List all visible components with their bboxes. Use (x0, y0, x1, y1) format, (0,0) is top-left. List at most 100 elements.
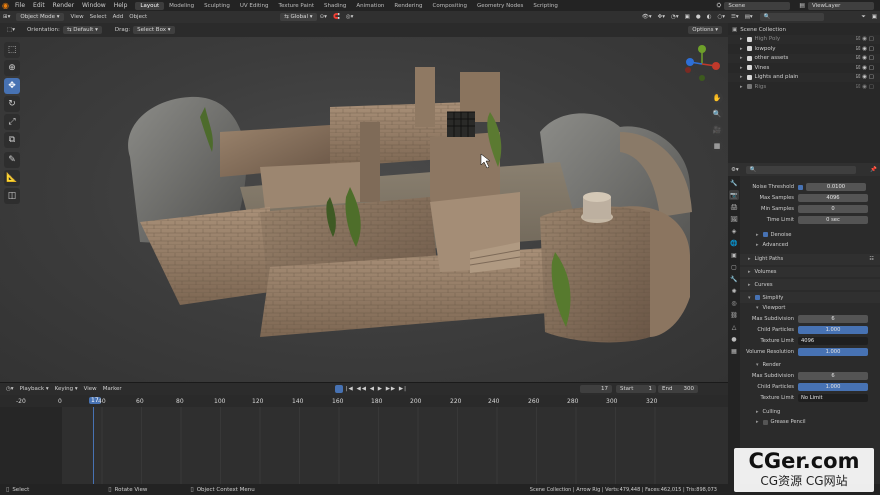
max-samples-field[interactable]: 4096 (798, 194, 868, 203)
expand-arrow-icon[interactable]: ▸ (740, 36, 743, 42)
menu-file[interactable]: File (11, 2, 29, 9)
outliner-search-input[interactable]: 🔍 (759, 13, 824, 21)
grease-pencil-checkbox[interactable] (762, 419, 768, 425)
vp-menu-object[interactable]: Object (126, 14, 150, 20)
collection-tab-icon[interactable]: ▣ (729, 250, 739, 260)
constraints-tab-icon[interactable]: ⛓ (729, 310, 739, 320)
r-max-subdivision-field[interactable]: 6 (798, 372, 868, 381)
material-tab-icon[interactable]: ● (729, 334, 739, 344)
3d-viewport[interactable] (0, 37, 728, 382)
current-frame-field[interactable]: 17 (580, 385, 612, 393)
tab-layout[interactable]: Layout (135, 1, 165, 10)
scene-tab-icon[interactable]: ◈ (729, 226, 739, 236)
measure-icon[interactable]: 📐 (4, 170, 20, 186)
collapse-arrow-icon[interactable]: ▾ (756, 305, 759, 311)
expand-arrow-icon[interactable]: ▸ (756, 232, 759, 238)
r-child-particles-slider[interactable]: 1.000 (798, 382, 868, 391)
new-collection-icon[interactable]: ▣ (869, 14, 880, 20)
viewport-subpanel-header[interactable]: ▾ Viewport (740, 303, 880, 314)
physics-tab-icon[interactable]: ◎ (729, 298, 739, 308)
playback-controls[interactable]: |◀ ◀◀ ◀ ▶ ▶▶ ▶| (343, 386, 410, 392)
xray-icon[interactable]: ▣ (682, 14, 693, 20)
move-icon[interactable]: ✥ (4, 78, 20, 94)
vp-max-subdivision-field[interactable]: 6 (798, 315, 868, 324)
tab-compositing[interactable]: Compositing (428, 2, 472, 10)
outliner-editor-icon[interactable]: ☰▾ (728, 14, 742, 20)
drag-selector[interactable]: Select Box ▾ (133, 26, 175, 34)
add-cube-icon[interactable]: ◫ (4, 188, 20, 204)
outliner-item[interactable]: ▸ High Poly ☑ ◉ ▢ (728, 34, 880, 44)
noise-threshold-field[interactable]: 0.0100 (806, 183, 866, 192)
outliner-item[interactable]: ▸ other assets ☑ ◉ ▢ (728, 53, 880, 63)
visibility-eye-icon[interactable]: ☑ ◉ ▢ (856, 46, 874, 52)
time-limit-field[interactable]: 0 sec (798, 215, 868, 224)
list-icon[interactable]: ☷ (869, 256, 874, 262)
end-frame-field[interactable]: End 300 (658, 385, 698, 393)
tab-rendering[interactable]: Rendering (389, 2, 427, 10)
camera-icon[interactable]: 🎥 (711, 124, 723, 136)
outliner-item[interactable]: ▸ Lights and plain ☑ ◉ ▢ (728, 72, 880, 82)
expand-arrow-icon[interactable]: ▸ (756, 242, 759, 248)
expand-arrow-icon[interactable]: ▸ (740, 84, 743, 90)
timeline-editor-icon[interactable]: ◷▾ (3, 386, 17, 392)
tab-shading[interactable]: Shading (319, 2, 351, 10)
properties-editor-icon[interactable]: ⚙▾ (728, 167, 742, 173)
r-texture-limit-select[interactable]: No Limit (798, 393, 868, 402)
expand-arrow-icon[interactable]: ▸ (740, 74, 743, 80)
timeline-keying-menu[interactable]: Keying ▾ (52, 386, 81, 392)
min-samples-field[interactable]: 0 (798, 204, 868, 213)
transform-orientation-selector[interactable]: ⇆ Global ▾ (280, 13, 317, 21)
menu-render[interactable]: Render (49, 2, 78, 9)
menu-edit[interactable]: Edit (29, 2, 49, 9)
object-tab-icon[interactable]: ▢ (729, 262, 739, 272)
vp-menu-add[interactable]: Add (110, 14, 127, 20)
collection-checkbox[interactable] (746, 65, 752, 71)
curves-panel-header[interactable]: ▸ Curves (740, 279, 880, 291)
gizmo-icon[interactable]: ✥▾ (655, 14, 668, 20)
orientation-selector[interactable]: ⇆ Default ▾ (62, 26, 102, 34)
culling-subpanel-header[interactable]: ▸ Culling (740, 406, 880, 417)
active-tool-icon[interactable]: ⬚▾ (4, 27, 18, 33)
tab-scripting[interactable]: Scripting (528, 2, 562, 10)
menu-window[interactable]: Window (78, 2, 110, 9)
vp-child-particles-slider[interactable]: 1.000 (798, 325, 868, 334)
overlay-icon[interactable]: ◔▾ (668, 14, 682, 20)
timeline-ruler[interactable]: -20 0 17 40 60 80 100 120 140 160 180 20… (0, 395, 728, 407)
select-box-icon[interactable]: ⬚ (4, 42, 20, 58)
light-paths-panel-header[interactable]: ▸ Light Paths ☷ (740, 253, 880, 265)
grease-pencil-subpanel-header[interactable]: ▸ Grease Pencil (740, 417, 880, 428)
timeline-marker-menu[interactable]: Marker (100, 386, 125, 392)
expand-arrow-icon[interactable]: ▸ (740, 55, 743, 61)
collapse-arrow-icon[interactable]: ▾ (748, 295, 751, 301)
mode-selector[interactable]: Object Mode ▾ (16, 13, 64, 21)
simplify-panel-header[interactable]: ▾ Simplify (740, 292, 880, 303)
expand-arrow-icon[interactable]: ▸ (748, 256, 751, 262)
denoise-checkbox[interactable] (762, 232, 768, 238)
denoise-panel-header[interactable]: ▸ Denoise (740, 229, 880, 240)
snap-icon[interactable]: 🧲 (330, 14, 343, 20)
vp-menu-view[interactable]: View (68, 14, 87, 20)
expand-arrow-icon[interactable]: ▸ (748, 282, 751, 288)
outliner-scene-collection[interactable]: ▣ Scene Collection (728, 25, 880, 35)
visibility-eye-icon[interactable]: ☑ ◉ ▢ (856, 55, 874, 61)
expand-arrow-icon[interactable]: ▸ (740, 46, 743, 52)
outliner-item[interactable]: ▸ Rigs ☑ ◉ ▢ (728, 82, 880, 92)
collection-checkbox[interactable] (746, 36, 752, 42)
volumes-panel-header[interactable]: ▸ Volumes (740, 266, 880, 278)
shading-solid-icon[interactable]: ● (693, 14, 704, 20)
outliner-filter-icon[interactable]: ⏷ (858, 14, 868, 21)
shading-material-icon[interactable]: ◐ (704, 14, 715, 20)
view-layer-selector[interactable]: ViewLayer (808, 1, 874, 10)
scale-icon[interactable]: ⤢ (4, 114, 20, 130)
tab-uv-editing[interactable]: UV Editing (235, 2, 274, 10)
collapse-arrow-icon[interactable]: ▾ (756, 362, 759, 368)
properties-search-input[interactable]: 🔍 (745, 165, 856, 174)
start-frame-field[interactable]: Start 1 (616, 385, 656, 393)
visibility-eye-icon[interactable]: ☑ ◉ ▢ (856, 36, 874, 42)
advanced-panel-header[interactable]: ▸ Advanced (740, 240, 880, 251)
outliner-item[interactable]: ▸ Vines ☑ ◉ ▢ (728, 63, 880, 73)
modifier-tab-icon[interactable]: 🔧 (729, 274, 739, 284)
cursor-icon[interactable]: ⊕ (4, 60, 20, 76)
blender-logo-icon[interactable]: ◉ (0, 0, 11, 11)
editor-type-icon[interactable]: ⊞▾ (0, 14, 13, 20)
